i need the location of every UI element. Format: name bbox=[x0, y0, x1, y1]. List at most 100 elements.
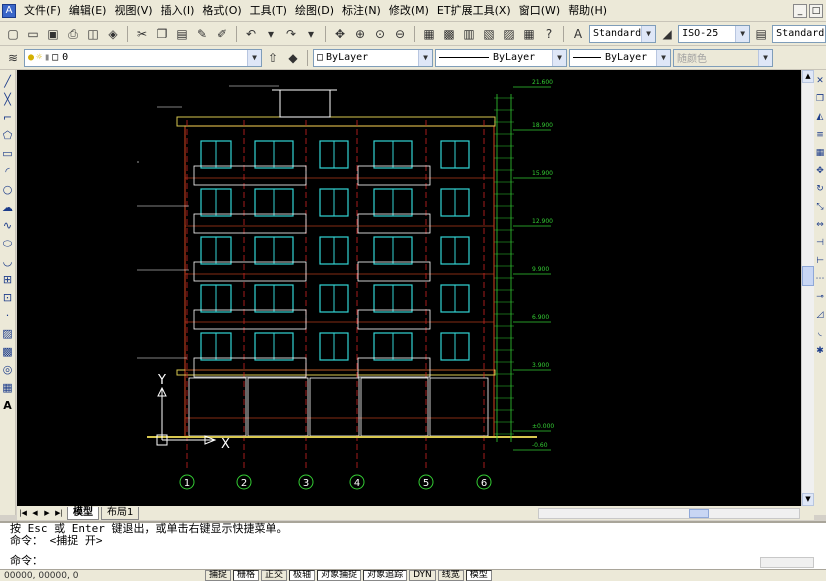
multiline-text-icon[interactable]: A bbox=[1, 398, 15, 414]
undo-dropdown-icon[interactable]: ▾ bbox=[262, 25, 280, 43]
drawing-canvas[interactable]: 1 2 3 4 5 6 21.600 18.900 15.900 12.900 9.900 6.900… bbox=[17, 70, 801, 506]
block-editor-icon[interactable]: ✐ bbox=[213, 25, 231, 43]
osnap-toggle[interactable]: 对象捕捉 bbox=[317, 570, 362, 581]
menu-format[interactable]: 格式(O) bbox=[198, 1, 245, 21]
pan-icon[interactable]: ✥ bbox=[331, 25, 349, 43]
lineweight-select[interactable]: ByLayer ▼ bbox=[569, 48, 671, 67]
sheet-set-icon[interactable]: ▧ bbox=[480, 25, 498, 43]
gradient-icon[interactable]: ▩ bbox=[1, 344, 15, 360]
copy-icon[interactable]: ❐ bbox=[153, 25, 171, 43]
menu-edit[interactable]: 编辑(E) bbox=[65, 1, 111, 21]
menu-tools[interactable]: 工具(T) bbox=[246, 1, 291, 21]
array-icon[interactable]: ▦ bbox=[815, 146, 825, 160]
properties-icon[interactable]: ▦ bbox=[420, 25, 438, 43]
color-select[interactable]: □ ByLayer ▼ bbox=[313, 48, 433, 67]
menu-dimension[interactable]: 标注(N) bbox=[338, 1, 385, 21]
region-icon[interactable]: ◎ bbox=[1, 362, 15, 378]
chevron-down-icon[interactable]: ▼ bbox=[735, 25, 750, 42]
copy-object-icon[interactable]: ❐ bbox=[815, 92, 825, 106]
polyline-icon[interactable]: ⌐ bbox=[1, 110, 15, 126]
first-tab-icon[interactable]: |◀ bbox=[17, 507, 29, 519]
menu-view[interactable]: 视图(V) bbox=[110, 1, 156, 21]
chevron-down-icon[interactable]: ▼ bbox=[418, 49, 432, 66]
paste-icon[interactable]: ▤ bbox=[173, 25, 191, 43]
join-icon[interactable]: ⊸ bbox=[815, 290, 825, 304]
app-logo-icon[interactable]: A bbox=[2, 3, 16, 18]
publish-icon[interactable]: ◈ bbox=[104, 25, 122, 43]
lineweight-toggle[interactable]: 线宽 bbox=[437, 570, 464, 581]
mirror-icon[interactable]: ◭ bbox=[815, 110, 825, 124]
command-scrollbar[interactable] bbox=[760, 557, 814, 568]
text-style-select[interactable]: Standard ▼ bbox=[589, 24, 657, 43]
next-tab-icon[interactable]: ▶ bbox=[41, 507, 53, 519]
fillet-icon[interactable]: ◟ bbox=[815, 326, 825, 340]
horizontal-scroll-thumb[interactable] bbox=[689, 509, 709, 518]
command-window[interactable]: 按 Esc 或 Enter 键退出，或单击右键显示快捷菜单。 命令： <捕捉 开… bbox=[0, 521, 826, 569]
tab-model[interactable]: 模型 bbox=[67, 506, 99, 520]
break-icon[interactable]: ⋯ bbox=[815, 272, 825, 286]
menu-draw[interactable]: 绘图(D) bbox=[291, 1, 338, 21]
chevron-down-icon[interactable]: ▼ bbox=[247, 49, 261, 66]
scroll-up-icon[interactable]: ▲ bbox=[802, 70, 814, 83]
open-folder-icon[interactable]: ▭ bbox=[24, 25, 42, 43]
tool-palettes-icon[interactable]: ▥ bbox=[460, 25, 478, 43]
design-center-icon[interactable]: ▩ bbox=[440, 25, 458, 43]
spline-icon[interactable]: ∿ bbox=[1, 218, 15, 234]
zoom-previous-icon[interactable]: ⊖ bbox=[391, 25, 409, 43]
menu-modify[interactable]: 修改(M) bbox=[385, 1, 433, 21]
circle-icon[interactable]: ○ bbox=[1, 182, 15, 198]
match-properties-icon[interactable]: ✎ bbox=[193, 25, 211, 43]
stretch-icon[interactable]: ⇔ bbox=[815, 218, 825, 232]
hatch-icon[interactable]: ▨ bbox=[1, 326, 15, 342]
make-block-icon[interactable]: ⊡ bbox=[1, 290, 15, 306]
chamfer-icon[interactable]: ◿ bbox=[815, 308, 825, 322]
ellipse-arc-icon[interactable]: ◡ bbox=[1, 254, 15, 270]
cut-icon[interactable]: ✂ bbox=[133, 25, 151, 43]
zoom-realtime-icon[interactable]: ⊕ bbox=[351, 25, 369, 43]
insert-block-icon[interactable]: ⊞ bbox=[1, 272, 15, 288]
linetype-select[interactable]: ByLayer ▼ bbox=[435, 48, 567, 67]
menu-help[interactable]: 帮助(H) bbox=[564, 1, 611, 21]
restore-button[interactable]: □ bbox=[809, 3, 823, 18]
point-icon[interactable]: · bbox=[1, 308, 15, 324]
save-icon[interactable]: ▣ bbox=[44, 25, 62, 43]
chevron-down-icon[interactable]: ▼ bbox=[552, 49, 566, 66]
arc-icon[interactable]: ◜ bbox=[1, 164, 15, 180]
move-icon[interactable]: ✥ bbox=[815, 164, 825, 178]
construction-line-icon[interactable]: ╳ bbox=[1, 92, 15, 108]
menu-file[interactable]: 文件(F) bbox=[20, 1, 65, 21]
minimize-button[interactable]: _ bbox=[793, 3, 807, 18]
horizontal-scrollbar[interactable] bbox=[538, 508, 800, 519]
rectangle-icon[interactable]: ▭ bbox=[1, 146, 15, 162]
menu-express-tools[interactable]: ET扩展工具(X) bbox=[433, 1, 515, 21]
redo-dropdown-icon[interactable]: ▾ bbox=[302, 25, 320, 43]
dim-style-select[interactable]: ISO-25 ▼ bbox=[678, 24, 751, 43]
layer-manager-icon[interactable]: ≋ bbox=[4, 49, 22, 67]
menu-insert[interactable]: 插入(I) bbox=[157, 1, 199, 21]
chevron-down-icon[interactable]: ▼ bbox=[641, 25, 656, 42]
new-file-icon[interactable]: ▢ bbox=[4, 25, 22, 43]
erase-icon[interactable]: ✕ bbox=[815, 74, 825, 88]
line-icon[interactable]: ╱ bbox=[1, 74, 15, 90]
print-icon[interactable]: ⎙ bbox=[64, 25, 82, 43]
grid-toggle[interactable]: 栅格 bbox=[233, 570, 260, 581]
table-icon[interactable]: ▦ bbox=[1, 380, 15, 396]
revision-cloud-icon[interactable]: ☁ bbox=[1, 200, 15, 216]
vertical-scroll-thumb[interactable] bbox=[802, 266, 814, 286]
prev-tab-icon[interactable]: ◀ bbox=[29, 507, 41, 519]
undo-icon[interactable]: ↶ bbox=[242, 25, 260, 43]
layer-select[interactable]: ● ☼ ▮ □ 0 ▼ bbox=[24, 48, 262, 67]
menu-window[interactable]: 窗口(W) bbox=[515, 1, 564, 21]
polygon-icon[interactable]: ⬠ bbox=[1, 128, 15, 144]
trim-icon[interactable]: ⊣ bbox=[815, 236, 825, 250]
extend-icon[interactable]: ⊢ bbox=[815, 254, 825, 268]
markup-icon[interactable]: ▨ bbox=[500, 25, 518, 43]
print-preview-icon[interactable]: ◫ bbox=[84, 25, 102, 43]
command-prompt[interactable]: 命令： bbox=[10, 555, 826, 567]
make-current-layer-icon[interactable]: ⇧ bbox=[264, 49, 282, 67]
otrack-toggle[interactable]: 对象追踪 bbox=[363, 570, 408, 581]
tab-layout1[interactable]: 布局1 bbox=[101, 506, 140, 520]
vertical-scrollbar[interactable]: ▲ ▼ bbox=[801, 70, 814, 506]
ellipse-icon[interactable]: ⬭ bbox=[1, 236, 15, 252]
help-icon[interactable]: ? bbox=[540, 25, 558, 43]
